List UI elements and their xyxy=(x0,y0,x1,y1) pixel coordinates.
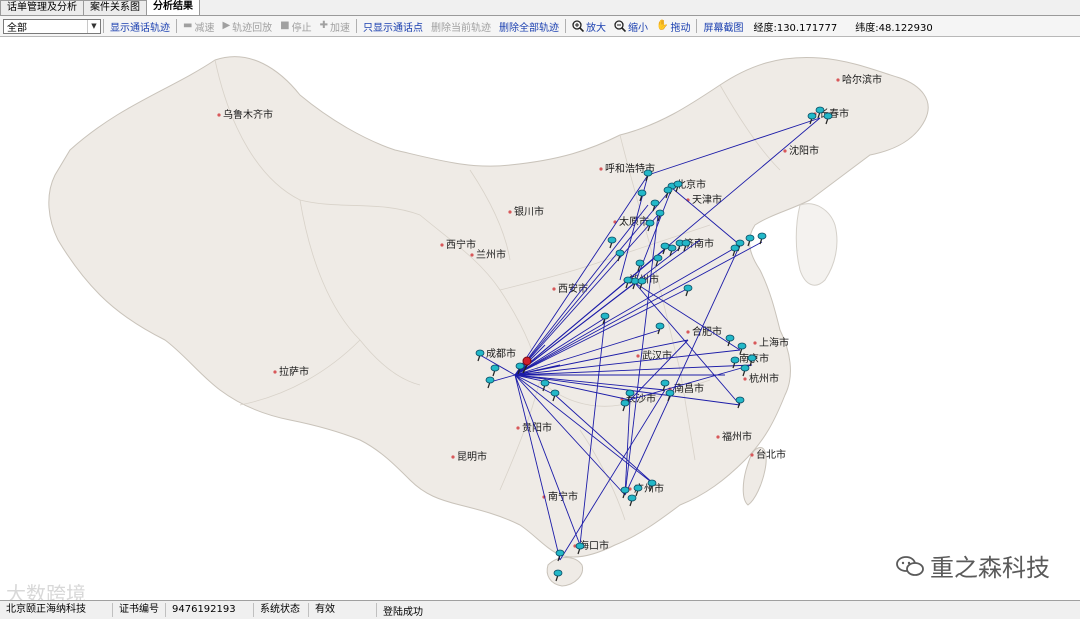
brand-watermark-text: 重之森科技 xyxy=(930,554,1050,582)
stop-icon: ■ xyxy=(280,20,290,31)
stop-button[interactable]: ■ 停止 xyxy=(276,19,315,34)
city-dot xyxy=(836,78,840,82)
pan-button[interactable]: ✋ 拖动 xyxy=(652,19,694,34)
city-label: 拉萨市 xyxy=(279,365,309,378)
brand-watermark: 重之森科技 xyxy=(896,548,1050,583)
replay-button[interactable]: ▶ 轨迹回放 xyxy=(218,19,276,34)
latitude-readout: 纬度:48.122930 xyxy=(843,19,938,34)
status-sys-value: 有效 xyxy=(309,603,377,617)
tab-call-records[interactable]: 话单管理及分析 xyxy=(0,0,84,15)
stop-label: 停止 xyxy=(291,22,312,34)
city-dot xyxy=(783,149,787,153)
city-label: 成都市 xyxy=(486,347,516,360)
city-dot xyxy=(470,253,474,257)
status-cert-label: 证书编号 xyxy=(113,603,166,617)
tab-case-relations[interactable]: 案件关系图 xyxy=(83,0,147,15)
chevron-down-icon[interactable]: ▼ xyxy=(87,19,100,33)
fast-label: 加速 xyxy=(330,22,350,34)
city-label: 杭州市 xyxy=(749,372,779,385)
city-label: 福州市 xyxy=(722,430,752,443)
tab-bar: 话单管理及分析 案件关系图 分析结果 xyxy=(0,0,1080,16)
delete-current-button[interactable]: 删除当前轨迹 xyxy=(427,19,495,34)
city-dot xyxy=(440,243,444,247)
city-dot xyxy=(636,354,640,358)
city-label: 南昌市 xyxy=(674,382,704,395)
status-company: 北京颐正海纳科技 xyxy=(0,603,113,617)
delete-all-button[interactable]: 删除全部轨迹 xyxy=(495,19,563,34)
city-dot xyxy=(273,370,277,374)
zoom-out-icon xyxy=(614,20,626,32)
zoom-in-button[interactable]: 放大 xyxy=(568,19,610,34)
toolbar-separator xyxy=(356,19,357,33)
fast-button[interactable]: ✚ 加速 xyxy=(316,19,354,34)
latitude-value: 48.122930 xyxy=(878,22,933,34)
slow-button[interactable]: ▬ 减速 xyxy=(179,19,218,34)
city-dot xyxy=(516,426,520,430)
city-label: 乌鲁木齐市 xyxy=(223,108,273,121)
city-label: 昆明市 xyxy=(457,450,487,463)
zoom-out-label: 缩小 xyxy=(628,22,648,34)
toolbar-separator xyxy=(176,19,177,33)
city-dot xyxy=(451,455,455,459)
city-dot xyxy=(716,435,720,439)
latitude-label: 纬度: xyxy=(855,22,879,34)
longitude-readout: 经度:130.171777 xyxy=(747,19,843,34)
plus-icon: ✚ xyxy=(319,20,328,31)
filter-select[interactable]: 全部 ▼ xyxy=(3,18,101,34)
show-track-button[interactable]: 显示通话轨迹 xyxy=(106,19,174,34)
city-label: 西宁市 xyxy=(446,238,476,251)
city-dot xyxy=(217,113,221,117)
zoom-out-button[interactable]: 缩小 xyxy=(610,19,652,34)
toolbar-separator xyxy=(103,19,104,33)
status-sys-label: 系统状态 xyxy=(254,603,309,617)
city-label: 哈尔滨市 xyxy=(842,73,882,86)
map-canvas[interactable]: 哈尔滨市长春市沈阳市乌鲁木齐市呼和浩特市北京市天津市银川市太原市西宁市兰州市济南… xyxy=(0,37,1080,598)
zoom-in-icon xyxy=(572,20,584,32)
toolbar-separator xyxy=(565,19,566,33)
slow-label: 减速 xyxy=(194,22,215,34)
minus-icon: ▬ xyxy=(183,20,193,31)
zoom-in-label: 放大 xyxy=(586,22,606,34)
map-view[interactable]: 哈尔滨市 长春市 沈阳市 乌鲁木齐市 呼和浩特市 北京市 天津市 银川市 太原市 西宁市 兰州市 济南… xyxy=(0,37,1080,598)
play-icon: ▶ xyxy=(222,20,231,31)
toolbar: 全部 ▼ 显示通话轨迹 ▬ 减速 ▶ 轨迹回放 ■ 停止 ✚ 加速 只显示通话点 删除当… xyxy=(0,16,1080,37)
city-label: 上海市 xyxy=(759,336,789,349)
city-label: 银川市 xyxy=(514,205,544,218)
status-cert-value: 9476192193 xyxy=(166,603,254,617)
city-label: 台北市 xyxy=(756,448,786,461)
wechat-icon xyxy=(896,555,924,576)
city-dot xyxy=(508,210,512,214)
longitude-value: 130.171777 xyxy=(776,22,838,34)
tab-analysis-results[interactable]: 分析结果 xyxy=(146,0,200,15)
toolbar-separator xyxy=(696,19,698,33)
longitude-label: 经度: xyxy=(753,22,777,34)
status-login: 登陆成功 xyxy=(383,606,423,618)
replay-label: 轨迹回放 xyxy=(232,22,273,34)
city-dot xyxy=(743,377,747,381)
hand-icon: ✋ xyxy=(656,20,669,31)
city-label: 沈阳市 xyxy=(789,144,819,157)
status-bar: 北京颐正海纳科技 证书编号 9476192193 系统状态 有效 登陆成功 xyxy=(0,600,1080,619)
filter-select-value: 全部 xyxy=(7,22,27,34)
screenshot-button[interactable]: 屏幕截图 xyxy=(699,19,747,34)
city-dot xyxy=(552,287,556,291)
city-dot xyxy=(750,453,754,457)
pan-label: 拖动 xyxy=(670,22,691,34)
city-label: 兰州市 xyxy=(476,248,506,261)
only-points-button[interactable]: 只显示通话点 xyxy=(359,19,427,34)
city-dot xyxy=(686,330,690,334)
city-dot xyxy=(599,167,603,171)
city-dot xyxy=(753,341,757,345)
